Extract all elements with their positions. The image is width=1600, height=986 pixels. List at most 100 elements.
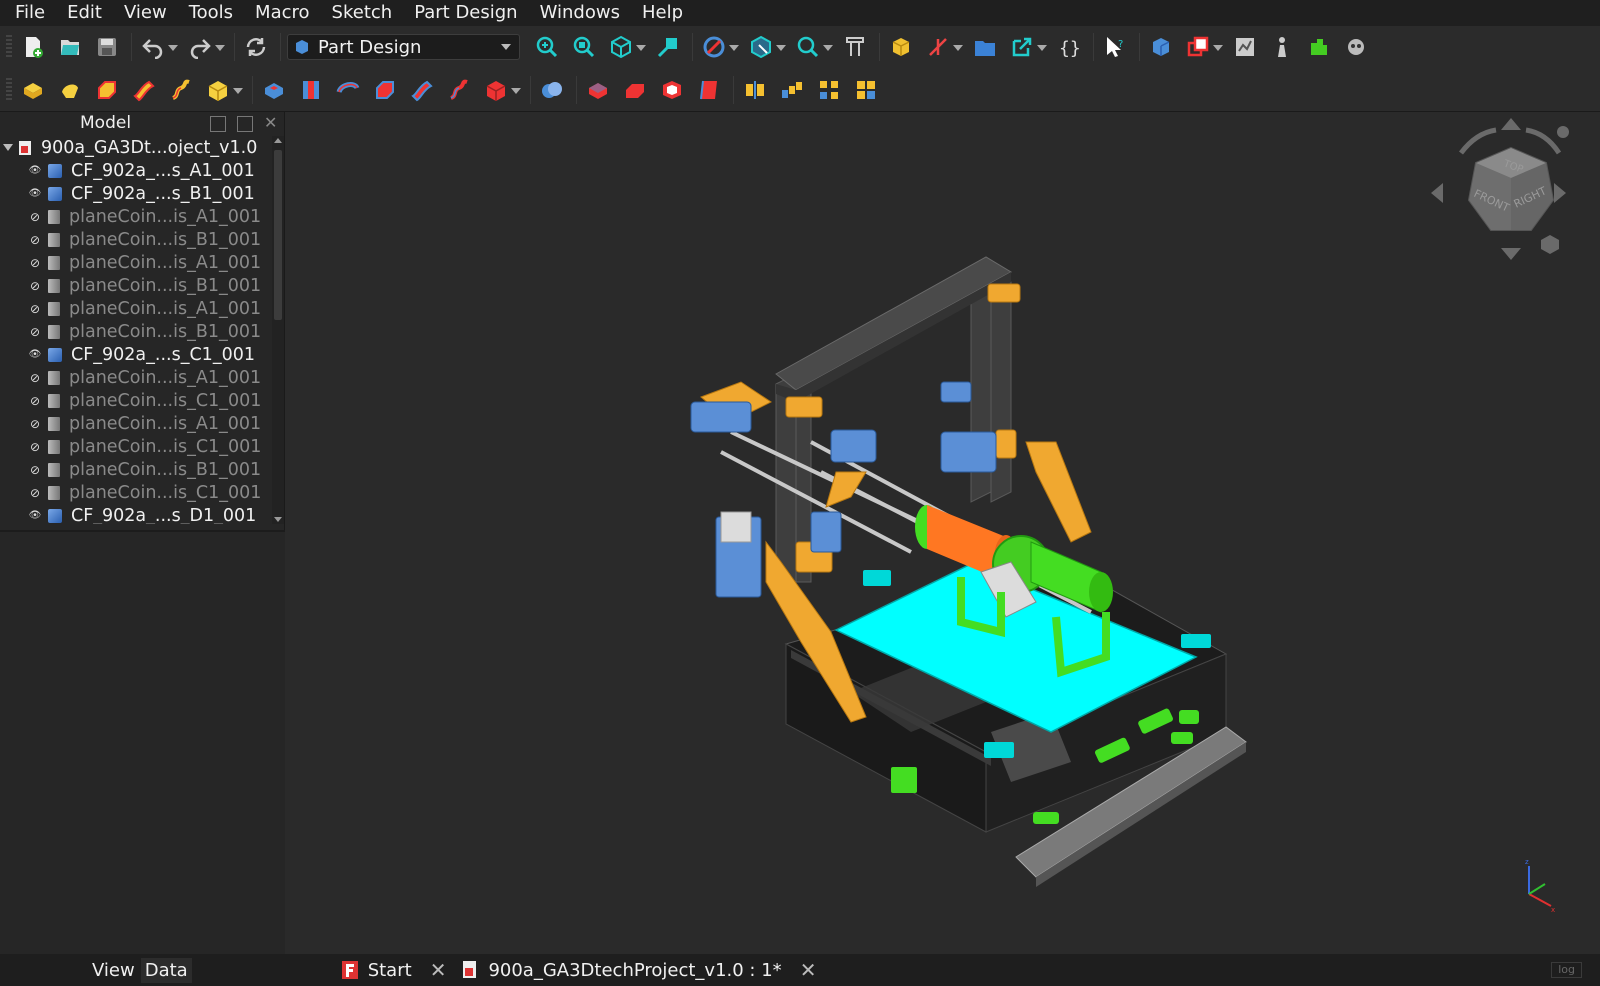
navcube-left-arrow-icon[interactable] [1431, 183, 1443, 203]
float-panel-icon[interactable] [237, 116, 253, 132]
pocket-icon[interactable] [259, 75, 289, 105]
tree-item-plane[interactable]: ⊘ planeCoin...is_A1_001 [0, 297, 270, 320]
navcube-up-arrow-icon[interactable] [1501, 118, 1521, 130]
scroll-thumb[interactable] [274, 150, 282, 320]
menu-part-design[interactable]: Part Design [403, 0, 528, 26]
toolbar-grip[interactable] [6, 77, 12, 102]
pad-icon[interactable] [18, 75, 48, 105]
hole-icon[interactable] [296, 75, 326, 105]
menu-file[interactable]: File [4, 0, 56, 26]
visibility-hidden-icon[interactable]: ⊘ [28, 233, 42, 247]
sync-view-icon[interactable] [653, 32, 683, 62]
fillet-icon[interactable] [583, 75, 613, 105]
visibility-eye-icon[interactable]: 👁 [28, 188, 42, 199]
redo-icon[interactable] [185, 32, 225, 62]
tab-view[interactable]: View [88, 958, 139, 983]
link-icon[interactable] [1007, 32, 1047, 62]
additive-loft-icon[interactable] [92, 75, 122, 105]
scroll-up-icon[interactable] [274, 138, 282, 143]
tab-data[interactable]: Data [140, 957, 192, 983]
figure-icon[interactable] [1267, 32, 1297, 62]
create-body-icon[interactable] [1146, 32, 1176, 62]
subtractive-helix-icon[interactable] [444, 75, 474, 105]
visibility-hidden-icon[interactable]: ⊘ [28, 279, 42, 293]
close-panel-icon[interactable]: ✕ [264, 115, 280, 132]
datum-icon[interactable] [923, 32, 963, 62]
collapse-icon[interactable] [210, 116, 226, 132]
tree-item-body[interactable]: 👁 CF_902a_...s_A1_001 [0, 159, 270, 182]
subtractive-loft-icon[interactable] [370, 75, 400, 105]
visibility-hidden-icon[interactable]: ⊘ [28, 302, 42, 316]
revolution-icon[interactable] [55, 75, 85, 105]
tree-item-body[interactable]: 👁 CF_902a_...s_D1_001 [0, 504, 270, 525]
open-file-icon[interactable] [55, 32, 85, 62]
sketch-icon[interactable] [1230, 32, 1260, 62]
draft-icon[interactable] [694, 75, 724, 105]
menu-tools[interactable]: Tools [178, 0, 244, 26]
additive-primitive-icon[interactable] [203, 75, 243, 105]
close-start-tab-icon[interactable]: ✕ [430, 958, 447, 982]
tree-item-body[interactable]: 👁 CF_902a_...s_B1_001 [0, 182, 270, 205]
fit-selection-icon[interactable] [569, 32, 599, 62]
visibility-hidden-icon[interactable]: ⊘ [28, 210, 42, 224]
menu-macro[interactable]: Macro [244, 0, 320, 26]
visibility-hidden-icon[interactable]: ⊘ [28, 256, 42, 270]
visibility-hidden-icon[interactable]: ⊘ [28, 417, 42, 431]
additive-helix-icon[interactable] [166, 75, 196, 105]
group-icon[interactable] [970, 32, 1000, 62]
menu-edit[interactable]: Edit [56, 0, 113, 26]
navcube-mini-cube-icon[interactable] [1541, 235, 1559, 254]
boolean-icon[interactable] [537, 75, 567, 105]
navcube-right-arrow-icon[interactable] [1554, 183, 1566, 203]
box-select-icon[interactable] [746, 32, 786, 62]
doc-tab-project[interactable]: 900a_GA3DtechProject_v1.0 : 1* ✕ [454, 954, 824, 986]
scroll-down-icon[interactable] [274, 517, 282, 522]
visibility-hidden-icon[interactable]: ⊘ [28, 486, 42, 500]
tree-item-plane[interactable]: ⊘ planeCoin...is_B1_001 [0, 320, 270, 343]
visibility-hidden-icon[interactable]: ⊘ [28, 371, 42, 385]
menu-view[interactable]: View [113, 0, 178, 26]
groove-icon[interactable] [333, 75, 363, 105]
thickness-icon[interactable] [657, 75, 687, 105]
multi-transform-icon[interactable] [851, 75, 881, 105]
tree-item-plane[interactable]: ⊘ planeCoin...is_C1_001 [0, 435, 270, 458]
tree-item-plane[interactable]: ⊘ planeCoin...is_A1_001 [0, 251, 270, 274]
navcube-down-arrow-icon[interactable] [1501, 248, 1521, 260]
tree-item-plane[interactable]: ⊘ planeCoin...is_B1_001 [0, 274, 270, 297]
navcube-rotate-ccw-icon[interactable] [1459, 127, 1497, 155]
visibility-eye-icon[interactable]: 👁 [28, 510, 42, 521]
subtractive-pipe-icon[interactable] [407, 75, 437, 105]
clone-icon[interactable] [1183, 32, 1223, 62]
create-part-icon[interactable] [886, 32, 916, 62]
tree-item-plane[interactable]: ⊘ planeCoin...is_A1_001 [0, 366, 270, 389]
tree-item-plane[interactable]: ⊘ planeCoin...is_C1_001 [0, 389, 270, 412]
tree-item-plane[interactable]: ⊘ planeCoin...is_A1_001 [0, 205, 270, 228]
navcube-menu-icon[interactable] [1557, 126, 1569, 138]
std-views-icon[interactable] [606, 32, 646, 62]
visibility-hidden-icon[interactable]: ⊘ [28, 463, 42, 477]
tree-item-plane[interactable]: ⊘ planeCoin...is_C1_001 [0, 481, 270, 504]
tree-item-plane[interactable]: ⊘ planeCoin...is_A1_001 [0, 412, 270, 435]
mirrored-icon[interactable] [740, 75, 770, 105]
expand-arrow-icon[interactable] [0, 136, 14, 159]
tree-item-body[interactable]: 👁 CF_902a_...s_C1_001 [0, 343, 270, 366]
fit-all-icon[interactable] [532, 32, 562, 62]
report-log-button[interactable]: log [1551, 962, 1582, 978]
cnc-machine-model[interactable] [291, 112, 1600, 954]
subtractive-primitive-icon[interactable] [481, 75, 521, 105]
tree-root-document[interactable]: 900a_GA3Dt...oject_v1.0 [0, 136, 270, 159]
tree-scrollbar[interactable] [272, 136, 284, 524]
toolbar-grip[interactable] [6, 35, 12, 59]
doc-tab-start[interactable]: Start ✕ [334, 954, 455, 986]
menu-help[interactable]: Help [631, 0, 694, 26]
zoom-icon[interactable] [793, 32, 833, 62]
refresh-icon[interactable] [241, 32, 271, 62]
menu-sketch[interactable]: Sketch [321, 0, 404, 26]
tree-item-plane[interactable]: ⊘ planeCoin...is_B1_001 [0, 228, 270, 251]
measure-icon[interactable] [840, 32, 870, 62]
polar-pattern-icon[interactable] [814, 75, 844, 105]
menu-windows[interactable]: Windows [529, 0, 631, 26]
new-file-icon[interactable] [18, 32, 48, 62]
navcube-rotate-cw-icon[interactable] [1525, 127, 1562, 155]
close-project-tab-icon[interactable]: ✕ [800, 958, 817, 982]
